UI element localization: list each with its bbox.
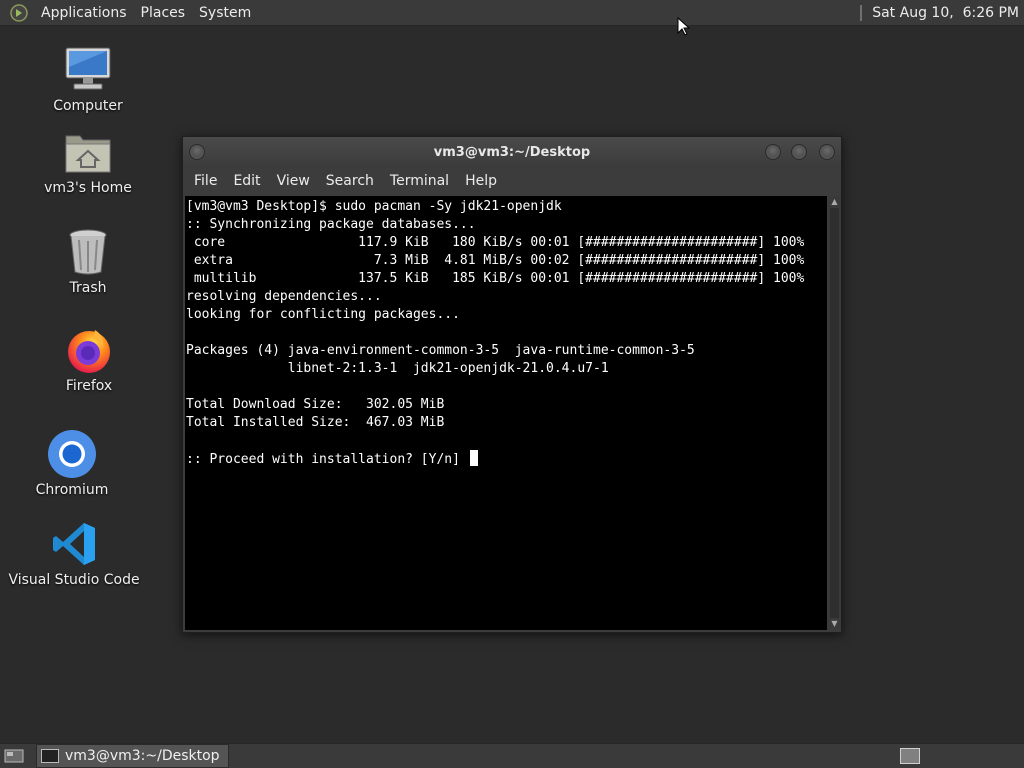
- menu-search[interactable]: Search: [318, 173, 382, 189]
- maximize-button[interactable]: [791, 144, 807, 160]
- terminal-line: [vm3@vm3 Desktop]$ sudo pacman -Sy jdk21…: [186, 199, 562, 214]
- minimize-button[interactable]: [765, 144, 781, 160]
- window-titlebar[interactable]: vm3@vm3:~/Desktop: [183, 137, 841, 168]
- terminal-line: libnet-2:1.3-1 jdk21-openjdk-21.0.4.u7-1: [186, 361, 609, 376]
- trash-icon: [69, 229, 107, 275]
- terminal-line: multilib 137.5 KiB 185 KiB/s 00:01 [####…: [186, 271, 805, 286]
- menu-file[interactable]: File: [186, 173, 225, 189]
- scroll-up-arrow-icon[interactable]: ▲: [828, 196, 841, 208]
- terminal-line: :: Synchronizing package databases...: [186, 217, 476, 232]
- menu-terminal[interactable]: Terminal: [382, 173, 457, 189]
- top-panel: Applications Places System Sat Aug 10, 6…: [0, 0, 1024, 26]
- bottom-panel: vm3@vm3:~/Desktop: [0, 743, 1024, 768]
- terminal-line: core 117.9 KiB 180 KiB/s 00:01 [########…: [186, 235, 805, 250]
- terminal-line: resolving dependencies...: [186, 289, 382, 304]
- terminal-scrollbar[interactable]: ▲ ▼: [828, 196, 841, 630]
- text-cursor: [469, 450, 478, 466]
- desktop-icon-vscode[interactable]: Visual Studio Code: [8, 518, 140, 588]
- taskbar-button-label: vm3@vm3:~/Desktop: [65, 748, 220, 764]
- vscode-icon: [53, 523, 95, 565]
- terminal-area[interactable]: [vm3@vm3 Desktop]$ sudo pacman -Sy jdk21…: [185, 196, 827, 630]
- chromium-icon: [48, 430, 96, 478]
- workspace-switcher[interactable]: [900, 748, 920, 764]
- terminal-line: Packages (4) java-environment-common-3-5…: [186, 343, 695, 358]
- places-menu[interactable]: Places: [134, 5, 193, 21]
- chromium-label: Chromium: [35, 482, 109, 498]
- mouse-pointer-icon: [677, 17, 691, 36]
- desktop-icon-trash[interactable]: Trash: [28, 226, 148, 296]
- firefox-label: Firefox: [65, 378, 113, 394]
- close-button[interactable]: [819, 144, 835, 160]
- show-desktop-icon[interactable]: [4, 748, 24, 764]
- computer-icon: [65, 47, 111, 90]
- panel-separator: [860, 4, 863, 21]
- trash-label: Trash: [69, 280, 107, 296]
- terminal-line: Total Installed Size: 467.03 MiB: [186, 415, 445, 430]
- scrollbar-track[interactable]: [830, 208, 839, 618]
- menu-edit[interactable]: Edit: [225, 173, 268, 189]
- terminal-task-icon: [41, 749, 59, 763]
- desktop-icon-home[interactable]: vm3's Home: [28, 126, 148, 196]
- taskbar-button-terminal[interactable]: vm3@vm3:~/Desktop: [36, 744, 229, 768]
- desktop-icon-computer[interactable]: Computer: [28, 44, 148, 114]
- home-folder-icon: [65, 135, 111, 173]
- desktop-icon-chromium[interactable]: Chromium: [12, 428, 132, 498]
- applications-logo-icon[interactable]: [10, 3, 28, 22]
- menu-view[interactable]: View: [269, 173, 318, 189]
- terminal-line: looking for conflicting packages...: [186, 307, 460, 322]
- desktop-icon-firefox[interactable]: Firefox: [29, 324, 149, 394]
- home-label: vm3's Home: [44, 180, 132, 196]
- clock[interactable]: Sat Aug 10, 6:26 PM: [872, 5, 1019, 21]
- terminal-window: vm3@vm3:~/Desktop File Edit View Search …: [182, 136, 842, 633]
- firefox-icon: [68, 330, 110, 373]
- terminal-output: [vm3@vm3 Desktop]$ sudo pacman -Sy jdk21…: [186, 198, 804, 469]
- vscode-label: Visual Studio Code: [8, 572, 140, 588]
- window-menubar: File Edit View Search Terminal Help: [183, 168, 841, 194]
- terminal-line: extra 7.3 MiB 4.81 MiB/s 00:02 [########…: [186, 253, 805, 268]
- window-menu-button[interactable]: [189, 144, 205, 160]
- scroll-down-arrow-icon[interactable]: ▼: [828, 618, 841, 630]
- computer-label: Computer: [53, 98, 123, 114]
- terminal-line: Total Download Size: 302.05 MiB: [186, 397, 445, 412]
- window-title: vm3@vm3:~/Desktop: [433, 145, 591, 160]
- menu-help[interactable]: Help: [457, 173, 505, 189]
- system-menu[interactable]: System: [192, 5, 258, 21]
- applications-menu[interactable]: Applications: [34, 5, 134, 21]
- terminal-prompt: :: Proceed with installation? [Y/n]: [186, 452, 468, 467]
